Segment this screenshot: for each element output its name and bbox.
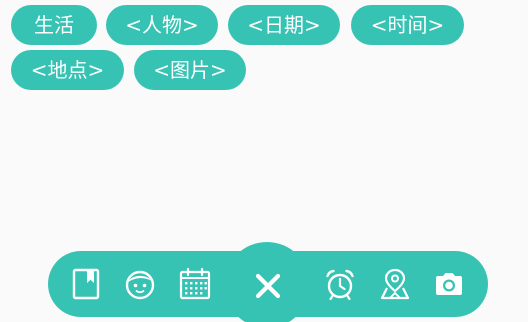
close-icon bbox=[255, 273, 281, 299]
app-screen: 生活 <人物> <日期> <时间> <地点> <图片> bbox=[0, 0, 528, 322]
tag-chip-picture[interactable]: <图片> bbox=[134, 50, 246, 90]
tag-chip-label: <图片> bbox=[153, 58, 227, 82]
camera-icon[interactable] bbox=[433, 270, 465, 298]
face-icon[interactable] bbox=[123, 268, 157, 302]
tag-chip-label: <人物> bbox=[125, 13, 199, 37]
tag-chip-time[interactable]: <时间> bbox=[351, 5, 464, 45]
alarm-clock-icon[interactable] bbox=[324, 268, 356, 302]
calendar-icon[interactable] bbox=[178, 267, 212, 301]
bookmark-icon[interactable] bbox=[71, 267, 101, 301]
tag-chip-label: 生活 bbox=[34, 13, 74, 37]
tag-chip-label: <日期> bbox=[247, 13, 321, 37]
tag-chip-life[interactable]: 生活 bbox=[11, 5, 97, 45]
tag-chip-label: <地点> bbox=[30, 58, 105, 82]
tag-chip-label: <时间> bbox=[370, 13, 445, 37]
map-pin-icon[interactable] bbox=[378, 267, 412, 301]
tag-chip-date[interactable]: <日期> bbox=[228, 5, 340, 45]
tag-chip-place[interactable]: <地点> bbox=[11, 50, 124, 90]
tag-chip-person[interactable]: <人物> bbox=[106, 5, 218, 45]
